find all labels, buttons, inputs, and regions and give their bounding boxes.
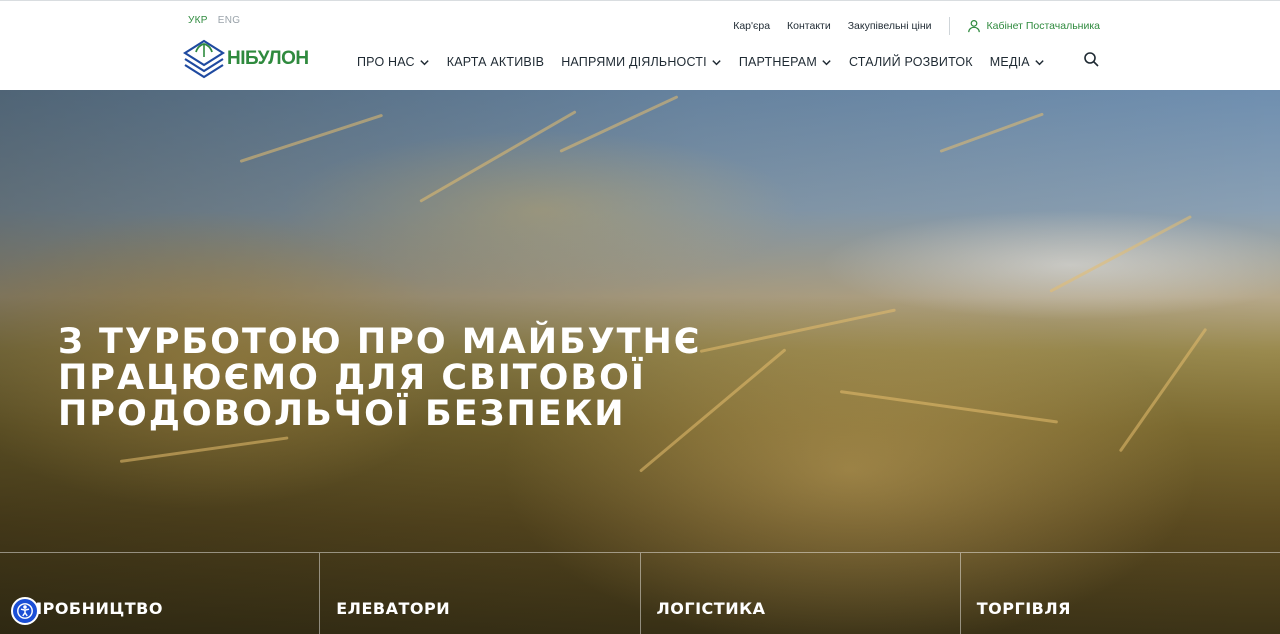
card-trade-label: ТОРГІВЛЯ [976, 599, 1071, 618]
nav-partners[interactable]: ПАРТНЕРАМ [739, 55, 832, 69]
user-icon [967, 19, 980, 33]
logo-text: НІБУЛОН [227, 48, 309, 69]
card-logistics-label: ЛОГІСТИКА [656, 599, 766, 618]
purchase-prices-link[interactable]: Закупівельні ціни [848, 20, 932, 32]
card-logistics[interactable]: ЛОГІСТИКА [639, 552, 960, 634]
lang-eng[interactable]: ENG [218, 15, 241, 26]
card-elevators-label: ЕЛЕВАТОРИ [336, 599, 451, 618]
top-links: Кар'єра Контакти Закупівельні ціни Кабін… [716, 17, 1100, 35]
nav-activities[interactable]: НАПРЯМИ ДІЯЛЬНОСТІ [561, 55, 722, 69]
card-production[interactable]: ВИРОБНИЦТВО [0, 552, 320, 634]
career-link[interactable]: Кар'єра [733, 20, 770, 32]
hero-banner: З турботою про майбутнє працюємо для сві… [0, 90, 1280, 634]
nav-about-label: ПРО НАС [357, 55, 415, 69]
card-elevators[interactable]: ЕЛЕВАТОРИ [319, 552, 640, 634]
nav-partners-label: ПАРТНЕРАМ [738, 55, 817, 69]
chevron-down-icon [712, 59, 721, 65]
chevron-down-icon [420, 59, 429, 65]
contacts-link[interactable]: Контакти [787, 20, 831, 32]
nav-media[interactable]: МЕДІА [990, 55, 1045, 69]
chevron-down-icon [822, 59, 831, 65]
nav-sustainability[interactable]: СТАЛИЙ РОЗВИТОК [849, 55, 973, 69]
accessibility-icon [17, 603, 33, 619]
site-header: УКР ENG Кар'єра Контакти Закупівельні ці… [0, 0, 1280, 90]
nav-activities-label: НАПРЯМИ ДІЯЛЬНОСТІ [561, 55, 707, 69]
language-switcher: УКР ENG [188, 15, 240, 26]
hero-title-line: продовольчої безпеки [58, 394, 626, 434]
logo-icon [183, 39, 225, 79]
main-nav: ПРО НАС КАРТА АКТИВІВ НАПРЯМИ ДІЯЛЬНОСТІ… [357, 55, 1062, 69]
hero-title: З турботою про майбутнє працюємо для сві… [58, 324, 778, 432]
nav-media-label: МЕДІА [989, 55, 1030, 69]
nav-asset-map[interactable]: КАРТА АКТИВІВ [447, 55, 544, 69]
nav-asset-map-label: КАРТА АКТИВІВ [446, 55, 545, 69]
hero-title-line: З турботою про майбутнє [58, 322, 702, 362]
hero-title-line: працюємо для світової [58, 358, 646, 398]
activity-cards: ВИРОБНИЦТВО ЕЛЕВАТОРИ ЛОГІСТИКА ТОРГІВЛЯ [0, 552, 1280, 634]
logo[interactable]: НІБУЛОН [183, 39, 309, 79]
lang-ukr[interactable]: УКР [188, 15, 208, 26]
card-trade[interactable]: ТОРГІВЛЯ [959, 552, 1280, 634]
divider [948, 17, 950, 35]
nav-about[interactable]: ПРО НАС [357, 55, 430, 69]
nav-sustainability-label: СТАЛИЙ РОЗВИТОК [848, 55, 973, 69]
accessibility-button[interactable] [11, 597, 39, 625]
chevron-down-icon [1035, 59, 1044, 65]
supplier-cabinet-link[interactable]: Кабінет Постачальника [967, 19, 1101, 33]
supplier-cabinet-label: Кабінет Постачальника [986, 20, 1101, 32]
search-icon[interactable] [1083, 51, 1099, 67]
